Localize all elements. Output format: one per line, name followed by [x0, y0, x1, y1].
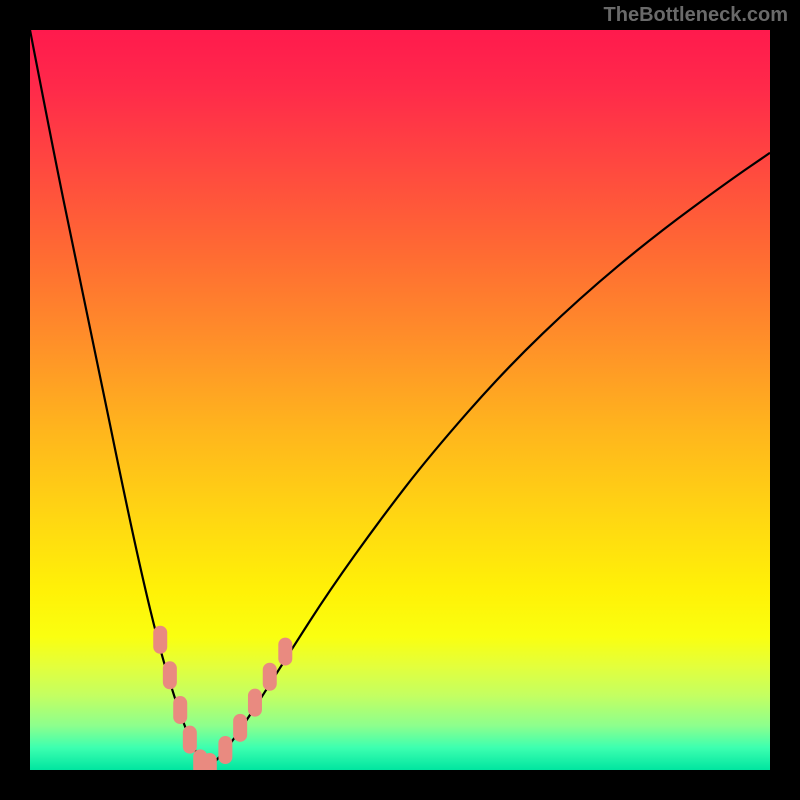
curve-layer	[30, 30, 770, 770]
chart-frame: TheBottleneck.com	[0, 0, 800, 800]
series-left-branch	[30, 30, 206, 770]
data-marker	[203, 753, 217, 770]
attribution-label: TheBottleneck.com	[604, 4, 788, 27]
series-right-branch	[206, 153, 770, 770]
data-marker	[173, 696, 187, 724]
data-marker	[263, 663, 277, 691]
data-marker	[163, 661, 177, 689]
data-marker	[183, 726, 197, 754]
data-marker	[248, 689, 262, 717]
data-marker	[218, 736, 232, 764]
data-marker	[278, 638, 292, 666]
data-marker	[233, 714, 247, 742]
plot-area	[30, 30, 770, 770]
data-marker	[153, 626, 167, 654]
